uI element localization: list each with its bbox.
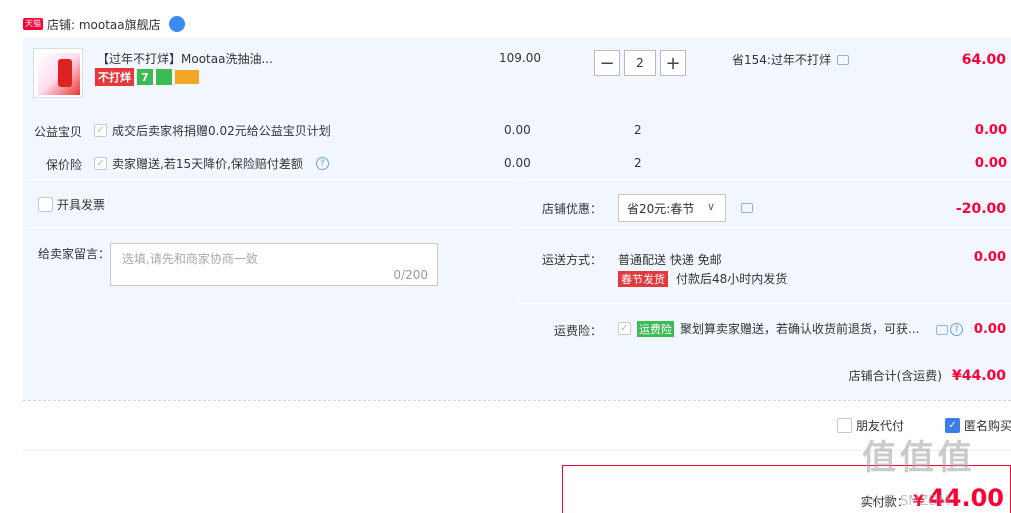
shop-total: 店铺合计(含运费) ¥44.00 [849, 367, 1006, 384]
anonymous-label: 匿名购买 [964, 419, 1011, 433]
card-icon [175, 70, 199, 84]
android-icon [156, 69, 172, 85]
item-subtotal: 64.00 [961, 52, 1006, 68]
shipping-note: 付款后48小时内发货 [676, 272, 788, 286]
price-protect-checkbox: ✓ [94, 157, 107, 170]
promo-text: 省154:过年不打烊 [732, 53, 831, 67]
message-counter: 0/200 [393, 268, 428, 282]
shop-discount-value: 省20元:春节 [627, 201, 695, 216]
message-placeholder: 选填,请先和商家协商一致 [122, 252, 258, 266]
spring-festival-badge: 春节发货 [618, 270, 668, 287]
charity-qty: 2 [634, 123, 642, 137]
shop-name[interactable]: 店铺: mootaa旗舰店 [47, 16, 161, 33]
increase-button[interactable]: + [660, 50, 686, 76]
message-label: 给卖家留言： [38, 247, 111, 261]
chevron-down-icon: ∨ [706, 200, 715, 213]
shop-total-label: 店铺合计(含运费) [848, 369, 942, 383]
price-protect-row: ✓ 卖家赠送,若15天降价,保险赔付差额 ? [94, 155, 329, 172]
promo-info: 省154:过年不打烊 [732, 51, 849, 68]
tmall-badge: 天猫 [23, 18, 43, 30]
watermark-sub: zhi 值 SMZDM [860, 494, 950, 509]
price-protect-label: 保价险 [46, 158, 83, 172]
discount-comment-icon[interactable] [741, 203, 753, 213]
charity-label: 公益宝贝 [34, 125, 83, 139]
shipping-note-row: 春节发货 付款后48小时内发货 [618, 270, 787, 287]
invoice-checkbox[interactable] [38, 197, 53, 212]
product-thumbnail[interactable] [33, 48, 83, 98]
freight-insurance-desc: 聚划算卖家赠送，若确认收货前退货，可获... [680, 322, 920, 336]
decrease-button[interactable]: − [594, 50, 620, 76]
shop-header: 天猫 店铺: mootaa旗舰店 [23, 14, 185, 34]
shop-total-amount: ¥44.00 [951, 367, 1006, 384]
watermark: 值 值 值 [862, 438, 972, 478]
price-protect-qty: 2 [634, 156, 642, 170]
shop-discount-select[interactable]: 省20元:春节 ∨ [618, 194, 726, 222]
quantity-input[interactable]: 2 [624, 50, 656, 76]
charity-row: ✓ 成交后卖家将捐赠0.02元给公益宝贝计划 [94, 122, 331, 139]
shop-discount-label: 店铺优惠： [542, 202, 603, 216]
price-protect-desc: 卖家赠送,若15天降价,保险赔付差额 [112, 157, 303, 171]
freight-insurance-badge: 运费险 [637, 320, 674, 337]
shop-discount-amount: -20.00 [955, 201, 1006, 217]
unit-price: 109.00 [499, 51, 541, 65]
quantity-stepper: − 2 + [594, 50, 686, 76]
freight-insurance-amount: 0.00 [973, 322, 1006, 337]
invoice-option[interactable]: 开具发票 [38, 196, 105, 213]
insurance-comment-icon[interactable] [936, 325, 948, 335]
charity-checkbox: ✓ [94, 124, 107, 137]
right-panel-divider-2 [518, 303, 1011, 304]
price-protect-price: 0.00 [504, 156, 531, 170]
help-icon[interactable]: ? [315, 157, 329, 170]
shipping-label: 运送方式： [542, 253, 603, 267]
shipping-method: 普通配送 快递 免邮 [618, 253, 722, 267]
price-protect-total: 0.00 [974, 156, 1007, 171]
dashed-divider [23, 400, 1011, 401]
right-panel-divider-1 [518, 227, 1011, 228]
wangwang-icon[interactable] [168, 16, 185, 32]
charity-total: 0.00 [974, 123, 1007, 138]
message-textarea[interactable]: 选填,请先和商家协商一致 0/200 [110, 243, 438, 286]
insurance-help-icon[interactable]: ? [950, 323, 963, 336]
charity-desc: 成交后卖家将捐赠0.02元给公益宝贝计划 [112, 124, 331, 138]
comment-icon[interactable] [836, 54, 849, 65]
left-panel-divider [23, 227, 517, 228]
friend-pay-checkbox[interactable] [837, 418, 852, 433]
freight-insurance-checkbox: ✓ [618, 322, 631, 335]
tag-7day-icon: 7 [137, 69, 153, 85]
product-title[interactable]: 【过年不打烊】Mootaa洗抽油... [97, 50, 273, 67]
invoice-label: 开具发票 [57, 198, 106, 212]
freight-insurance-row: ✓ 运费险 聚划算卖家赠送，若确认收货前退货，可获... [618, 320, 919, 337]
tag-always-open: 不打烊 [95, 68, 134, 86]
charity-price: 0.00 [504, 123, 531, 137]
product-tags: 不打烊 7 [95, 68, 199, 86]
shipping-amount: 0.00 [973, 250, 1006, 265]
freight-insurance-label: 运费险： [554, 324, 603, 338]
